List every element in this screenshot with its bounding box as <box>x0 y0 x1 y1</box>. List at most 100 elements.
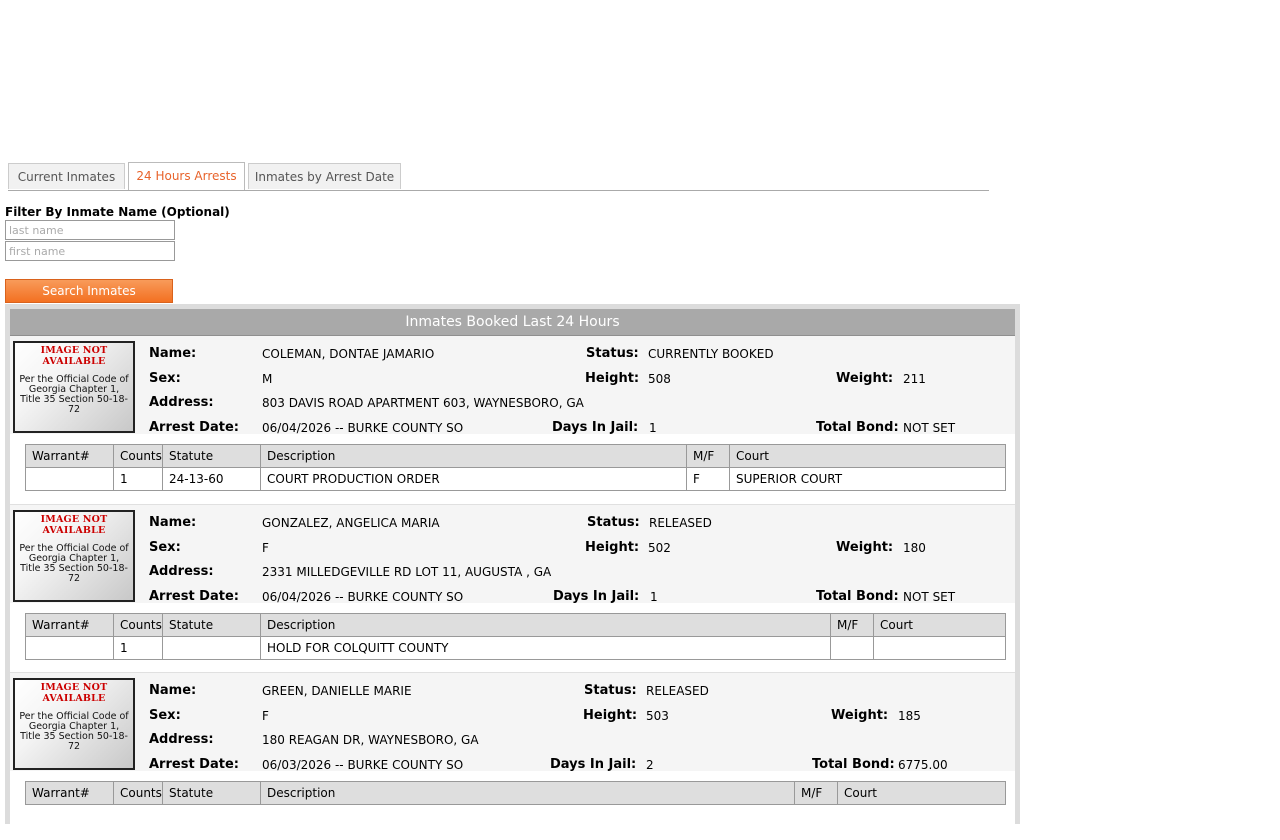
inmate-record: IMAGE NOT AVAILABLE Per the Official Cod… <box>10 672 1015 840</box>
tab-current-inmates[interactable]: Current Inmates <box>8 163 125 189</box>
inmate-weight: 211 <box>903 372 926 386</box>
inmate-info: IMAGE NOT AVAILABLE Per the Official Cod… <box>10 673 1015 772</box>
panel-title: Inmates Booked Last 24 Hours <box>10 309 1015 336</box>
results-panel: Inmates Booked Last 24 Hours IMAGE NOT A… <box>5 304 1020 824</box>
col-description: Description <box>260 781 795 805</box>
inmate-address: 180 REAGAN DR, WAYNESBORO, GA <box>262 733 479 747</box>
inmate-info: IMAGE NOT AVAILABLE Per the Official Cod… <box>10 505 1015 604</box>
inmate-record: IMAGE NOT AVAILABLE Per the Official Cod… <box>10 504 1015 672</box>
inmate-status: CURRENTLY BOOKED <box>648 347 774 361</box>
total-bond-label: Total Bond: <box>812 757 895 772</box>
tab-bar: Current Inmates 24 Hours Arrests Inmates… <box>8 162 989 191</box>
inmate-info: IMAGE NOT AVAILABLE Per the Official Cod… <box>10 336 1015 435</box>
inmate-height: 508 <box>648 372 671 386</box>
last-name-input[interactable] <box>5 220 175 240</box>
charge-court: SUPERIOR COURT <box>729 467 1006 491</box>
search-inmates-button[interactable]: Search Inmates <box>5 279 173 303</box>
inmate-total-bond: 6775.00 <box>898 758 948 772</box>
address-label: Address: <box>149 395 214 410</box>
inmate-photo-placeholder: IMAGE NOT AVAILABLE Per the Official Cod… <box>13 341 135 433</box>
inmate-height: 502 <box>648 541 671 555</box>
charges-header-row: Warrant# Counts Statute Description M/F … <box>25 613 1006 637</box>
charge-warrant <box>25 467 114 491</box>
col-description: Description <box>260 613 831 637</box>
total-bond-label: Total Bond: <box>816 589 899 604</box>
days-in-jail-label: Days In Jail: <box>552 420 639 435</box>
col-statute: Statute <box>162 781 261 805</box>
inmate-days-in-jail: 1 <box>650 590 658 604</box>
arrest-date-label: Arrest Date: <box>149 589 239 604</box>
inmate-photo-placeholder: IMAGE NOT AVAILABLE Per the Official Cod… <box>13 678 135 770</box>
col-warrant: Warrant# <box>25 613 114 637</box>
arrest-date-label: Arrest Date: <box>149 420 239 435</box>
image-not-available-text: IMAGE NOT AVAILABLE <box>40 682 108 704</box>
col-mf: M/F <box>794 781 838 805</box>
inmate-sex: M <box>262 372 273 386</box>
charges-header-row: Warrant# Counts Statute Description M/F … <box>25 444 1006 468</box>
tab-24-hours-arrests[interactable]: 24 Hours Arrests <box>128 162 245 190</box>
sex-label: Sex: <box>149 371 181 386</box>
inmate-arrest-date: 06/03/2026 -- BURKE COUNTY SO <box>262 758 464 772</box>
photo-code-text: Per the Official Code of Georgia Chapter… <box>19 374 129 415</box>
status-label: Status: <box>586 346 639 361</box>
status-label: Status: <box>587 515 640 530</box>
inmate-total-bond: NOT SET <box>903 590 956 604</box>
charge-mf: F <box>686 467 730 491</box>
charges-table: Warrant# Counts Statute Description M/F … <box>25 613 1006 660</box>
charges-table: Warrant# Counts Statute Description M/F … <box>25 781 1006 805</box>
inmate-sex: F <box>262 541 269 555</box>
days-in-jail-label: Days In Jail: <box>550 757 637 772</box>
first-name-input[interactable] <box>5 241 175 261</box>
inmate-arrest-date: 06/04/2026 -- BURKE COUNTY SO <box>262 421 464 435</box>
status-label: Status: <box>584 683 637 698</box>
sex-label: Sex: <box>149 708 181 723</box>
name-label: Name: <box>149 515 197 530</box>
arrest-date-label: Arrest Date: <box>149 757 239 772</box>
sex-label: Sex: <box>149 540 181 555</box>
tab-inmates-by-arrest-date[interactable]: Inmates by Arrest Date <box>248 163 401 189</box>
photo-code-text: Per the Official Code of Georgia Chapter… <box>19 543 129 584</box>
col-court: Court <box>873 613 1006 637</box>
height-label: Height: <box>585 540 640 555</box>
col-statute: Statute <box>162 613 261 637</box>
total-bond-label: Total Bond: <box>816 420 899 435</box>
col-court: Court <box>729 444 1006 468</box>
col-description: Description <box>260 444 687 468</box>
charge-court <box>873 636 1006 660</box>
col-warrant: Warrant# <box>25 781 114 805</box>
charge-description: COURT PRODUCTION ORDER <box>260 467 687 491</box>
col-counts: Counts <box>113 444 163 468</box>
filter-label: Filter By Inmate Name (Optional) <box>5 205 230 219</box>
inmate-sex: F <box>262 709 269 723</box>
inmate-total-bond: NOT SET <box>903 421 956 435</box>
inmate-weight: 185 <box>898 709 921 723</box>
image-not-available-text: IMAGE NOT AVAILABLE <box>40 514 108 536</box>
photo-code-text: Per the Official Code of Georgia Chapter… <box>19 711 129 752</box>
inmate-photo-placeholder: IMAGE NOT AVAILABLE Per the Official Cod… <box>13 510 135 602</box>
charges-header-row: Warrant# Counts Statute Description M/F … <box>25 781 1006 805</box>
inmate-name: GONZALEZ, ANGELICA MARIA <box>262 516 440 530</box>
col-court: Court <box>837 781 1006 805</box>
charge-statute: 24-13-60 <box>162 467 261 491</box>
inmate-height: 503 <box>646 709 669 723</box>
inmate-name: GREEN, DANIELLE MARIE <box>262 684 412 698</box>
inmate-record: IMAGE NOT AVAILABLE Per the Official Cod… <box>10 336 1015 503</box>
weight-label: Weight: <box>836 371 894 386</box>
col-counts: Counts <box>113 613 163 637</box>
address-label: Address: <box>149 732 214 747</box>
charge-mf <box>830 636 874 660</box>
name-label: Name: <box>149 683 197 698</box>
col-mf: M/F <box>686 444 730 468</box>
inmate-days-in-jail: 1 <box>649 421 657 435</box>
charge-counts: 1 <box>113 636 163 660</box>
inmate-address: 803 DAVIS ROAD APARTMENT 603, WAYNESBORO… <box>262 396 584 410</box>
inmate-status: RELEASED <box>646 684 709 698</box>
charges-table: Warrant# Counts Statute Description M/F … <box>25 444 1006 491</box>
charge-warrant <box>25 636 114 660</box>
charge-statute <box>162 636 261 660</box>
charge-description: HOLD FOR COLQUITT COUNTY <box>260 636 831 660</box>
weight-label: Weight: <box>831 708 889 723</box>
inmate-arrest-date: 06/04/2026 -- BURKE COUNTY SO <box>262 590 464 604</box>
col-mf: M/F <box>830 613 874 637</box>
inmate-status: RELEASED <box>649 516 712 530</box>
